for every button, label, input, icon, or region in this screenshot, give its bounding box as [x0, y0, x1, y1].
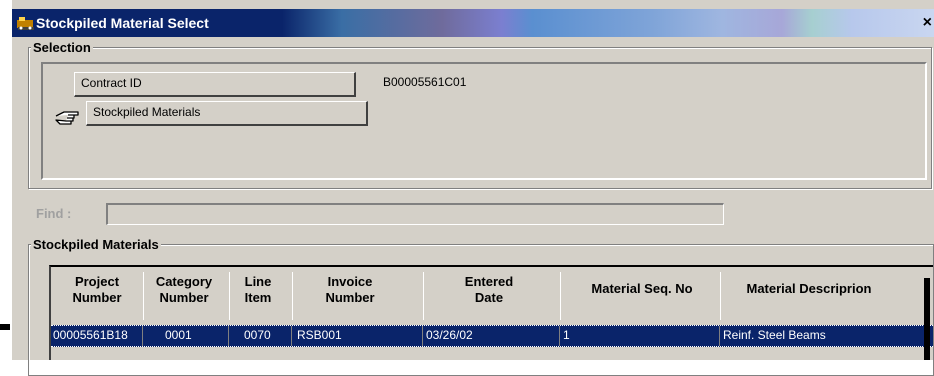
cell-invoice-number: RSB001: [297, 328, 342, 342]
column-divider: [229, 272, 230, 320]
materials-table: Project Number Category Number Line Item In…: [49, 265, 933, 360]
column-header-material-description[interactable]: Material Descriprion: [723, 281, 895, 297]
column-header-line-item[interactable]: Line Item: [232, 274, 284, 306]
cell-divider: [142, 326, 143, 346]
find-input[interactable]: [106, 203, 724, 225]
cell-divider: [422, 326, 423, 346]
cell-entered-date: 03/26/02: [426, 328, 473, 342]
cell-divider: [291, 326, 292, 346]
contract-id-button[interactable]: Contract ID: [74, 72, 356, 97]
column-divider: [720, 272, 721, 320]
column-header-entered-date[interactable]: Entered Date: [427, 274, 551, 306]
close-button[interactable]: ×: [923, 14, 932, 32]
column-header-project-number[interactable]: Project Number: [59, 274, 135, 306]
contract-id-value: B00005561C01: [383, 75, 467, 89]
column-divider: [292, 272, 293, 320]
cell-material-seq-no: 1: [563, 328, 570, 342]
find-label: Find :: [36, 206, 72, 221]
cell-divider: [228, 326, 229, 346]
column-header-material-seq-no[interactable]: Material Seq. No: [563, 281, 721, 297]
stockpiled-materials-group-label: Stockpiled Materials: [31, 237, 161, 252]
column-header-category-number[interactable]: Category Number: [147, 274, 221, 306]
pointing-hand-icon: [54, 106, 80, 131]
column-divider: [143, 272, 144, 320]
cell-divider: [719, 326, 720, 346]
window-title: Stockpiled Material Select: [36, 15, 209, 31]
selection-group-label: Selection: [31, 40, 93, 55]
stockpiled-material-select-window: Stockpiled Material Select × Selection C…: [10, 0, 934, 376]
title-bar[interactable]: Stockpiled Material Select ×: [12, 9, 934, 37]
table-right-edge: [924, 278, 930, 360]
cell-line-item: 0070: [244, 328, 271, 342]
cell-material-description: Reinf. Steel Beams: [723, 328, 826, 342]
column-header-invoice-number[interactable]: Invoice Number: [295, 274, 405, 306]
cell-project-number: 00005561B18: [53, 328, 128, 342]
table-row[interactable]: 00005561B18 0001 0070 RSB001 03/26/02 1 …: [51, 325, 933, 347]
column-divider: [560, 272, 561, 320]
app-icon: [17, 16, 35, 30]
stockpiled-materials-button[interactable]: Stockpiled Materials: [86, 101, 368, 126]
column-divider: [423, 272, 424, 320]
cell-divider: [559, 326, 560, 346]
cell-category-number: 0001: [165, 328, 192, 342]
